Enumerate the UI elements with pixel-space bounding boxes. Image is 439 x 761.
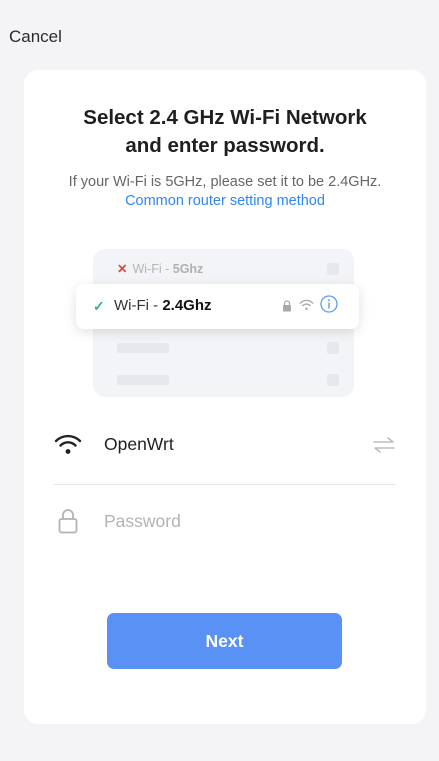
row-5g-band: 5Ghz xyxy=(172,262,204,276)
placeholder-square xyxy=(327,342,339,354)
wifi-icon xyxy=(299,299,314,310)
password-input[interactable] xyxy=(104,506,384,536)
wifi-icon xyxy=(54,434,82,454)
title-line-2: and enter password. xyxy=(125,134,325,157)
ssid-field[interactable]: OpenWrt xyxy=(54,426,396,470)
router-setting-link[interactable]: Common router setting method xyxy=(125,193,325,209)
lock-icon xyxy=(58,509,78,534)
row-5g-prefix: Wi-Fi - xyxy=(132,262,173,276)
page-title: Select 2.4 GHz Wi-Fi Network and enter p… xyxy=(24,104,426,160)
divider xyxy=(54,484,396,485)
placeholder-bar xyxy=(117,375,169,385)
wifi-setup-card: Select 2.4 GHz Wi-Fi Network and enter p… xyxy=(24,70,426,724)
row-24-prefix: Wi-Fi - xyxy=(114,297,163,314)
cancel-button[interactable]: Cancel xyxy=(9,27,62,47)
subtitle: If your Wi-Fi is 5GHz, please set it to … xyxy=(54,173,396,211)
x-icon: ✕ xyxy=(117,262,128,276)
illustration-row-24ghz: ✓ Wi-Fi - 2.4Ghz xyxy=(76,284,359,329)
row-24-band: 2.4Ghz xyxy=(162,297,212,314)
info-icon xyxy=(320,295,338,313)
placeholder-bar xyxy=(117,343,169,353)
placeholder-square xyxy=(327,374,339,386)
switch-network-icon[interactable] xyxy=(372,436,396,454)
lock-icon xyxy=(283,300,291,312)
row-24-label: Wi-Fi - 2.4Ghz xyxy=(114,297,212,314)
title-line-1: Select 2.4 GHz Wi-Fi Network xyxy=(83,106,367,129)
ssid-value: OpenWrt xyxy=(104,434,174,454)
placeholder-square xyxy=(327,263,339,275)
check-icon: ✓ xyxy=(93,298,105,314)
password-field[interactable] xyxy=(54,504,396,540)
subtitle-text: If your Wi-Fi is 5GHz, please set it to … xyxy=(68,174,382,190)
next-button[interactable]: Next xyxy=(107,613,342,669)
illustration-row-5ghz: ✕ Wi-Fi - 5Ghz xyxy=(117,261,203,276)
